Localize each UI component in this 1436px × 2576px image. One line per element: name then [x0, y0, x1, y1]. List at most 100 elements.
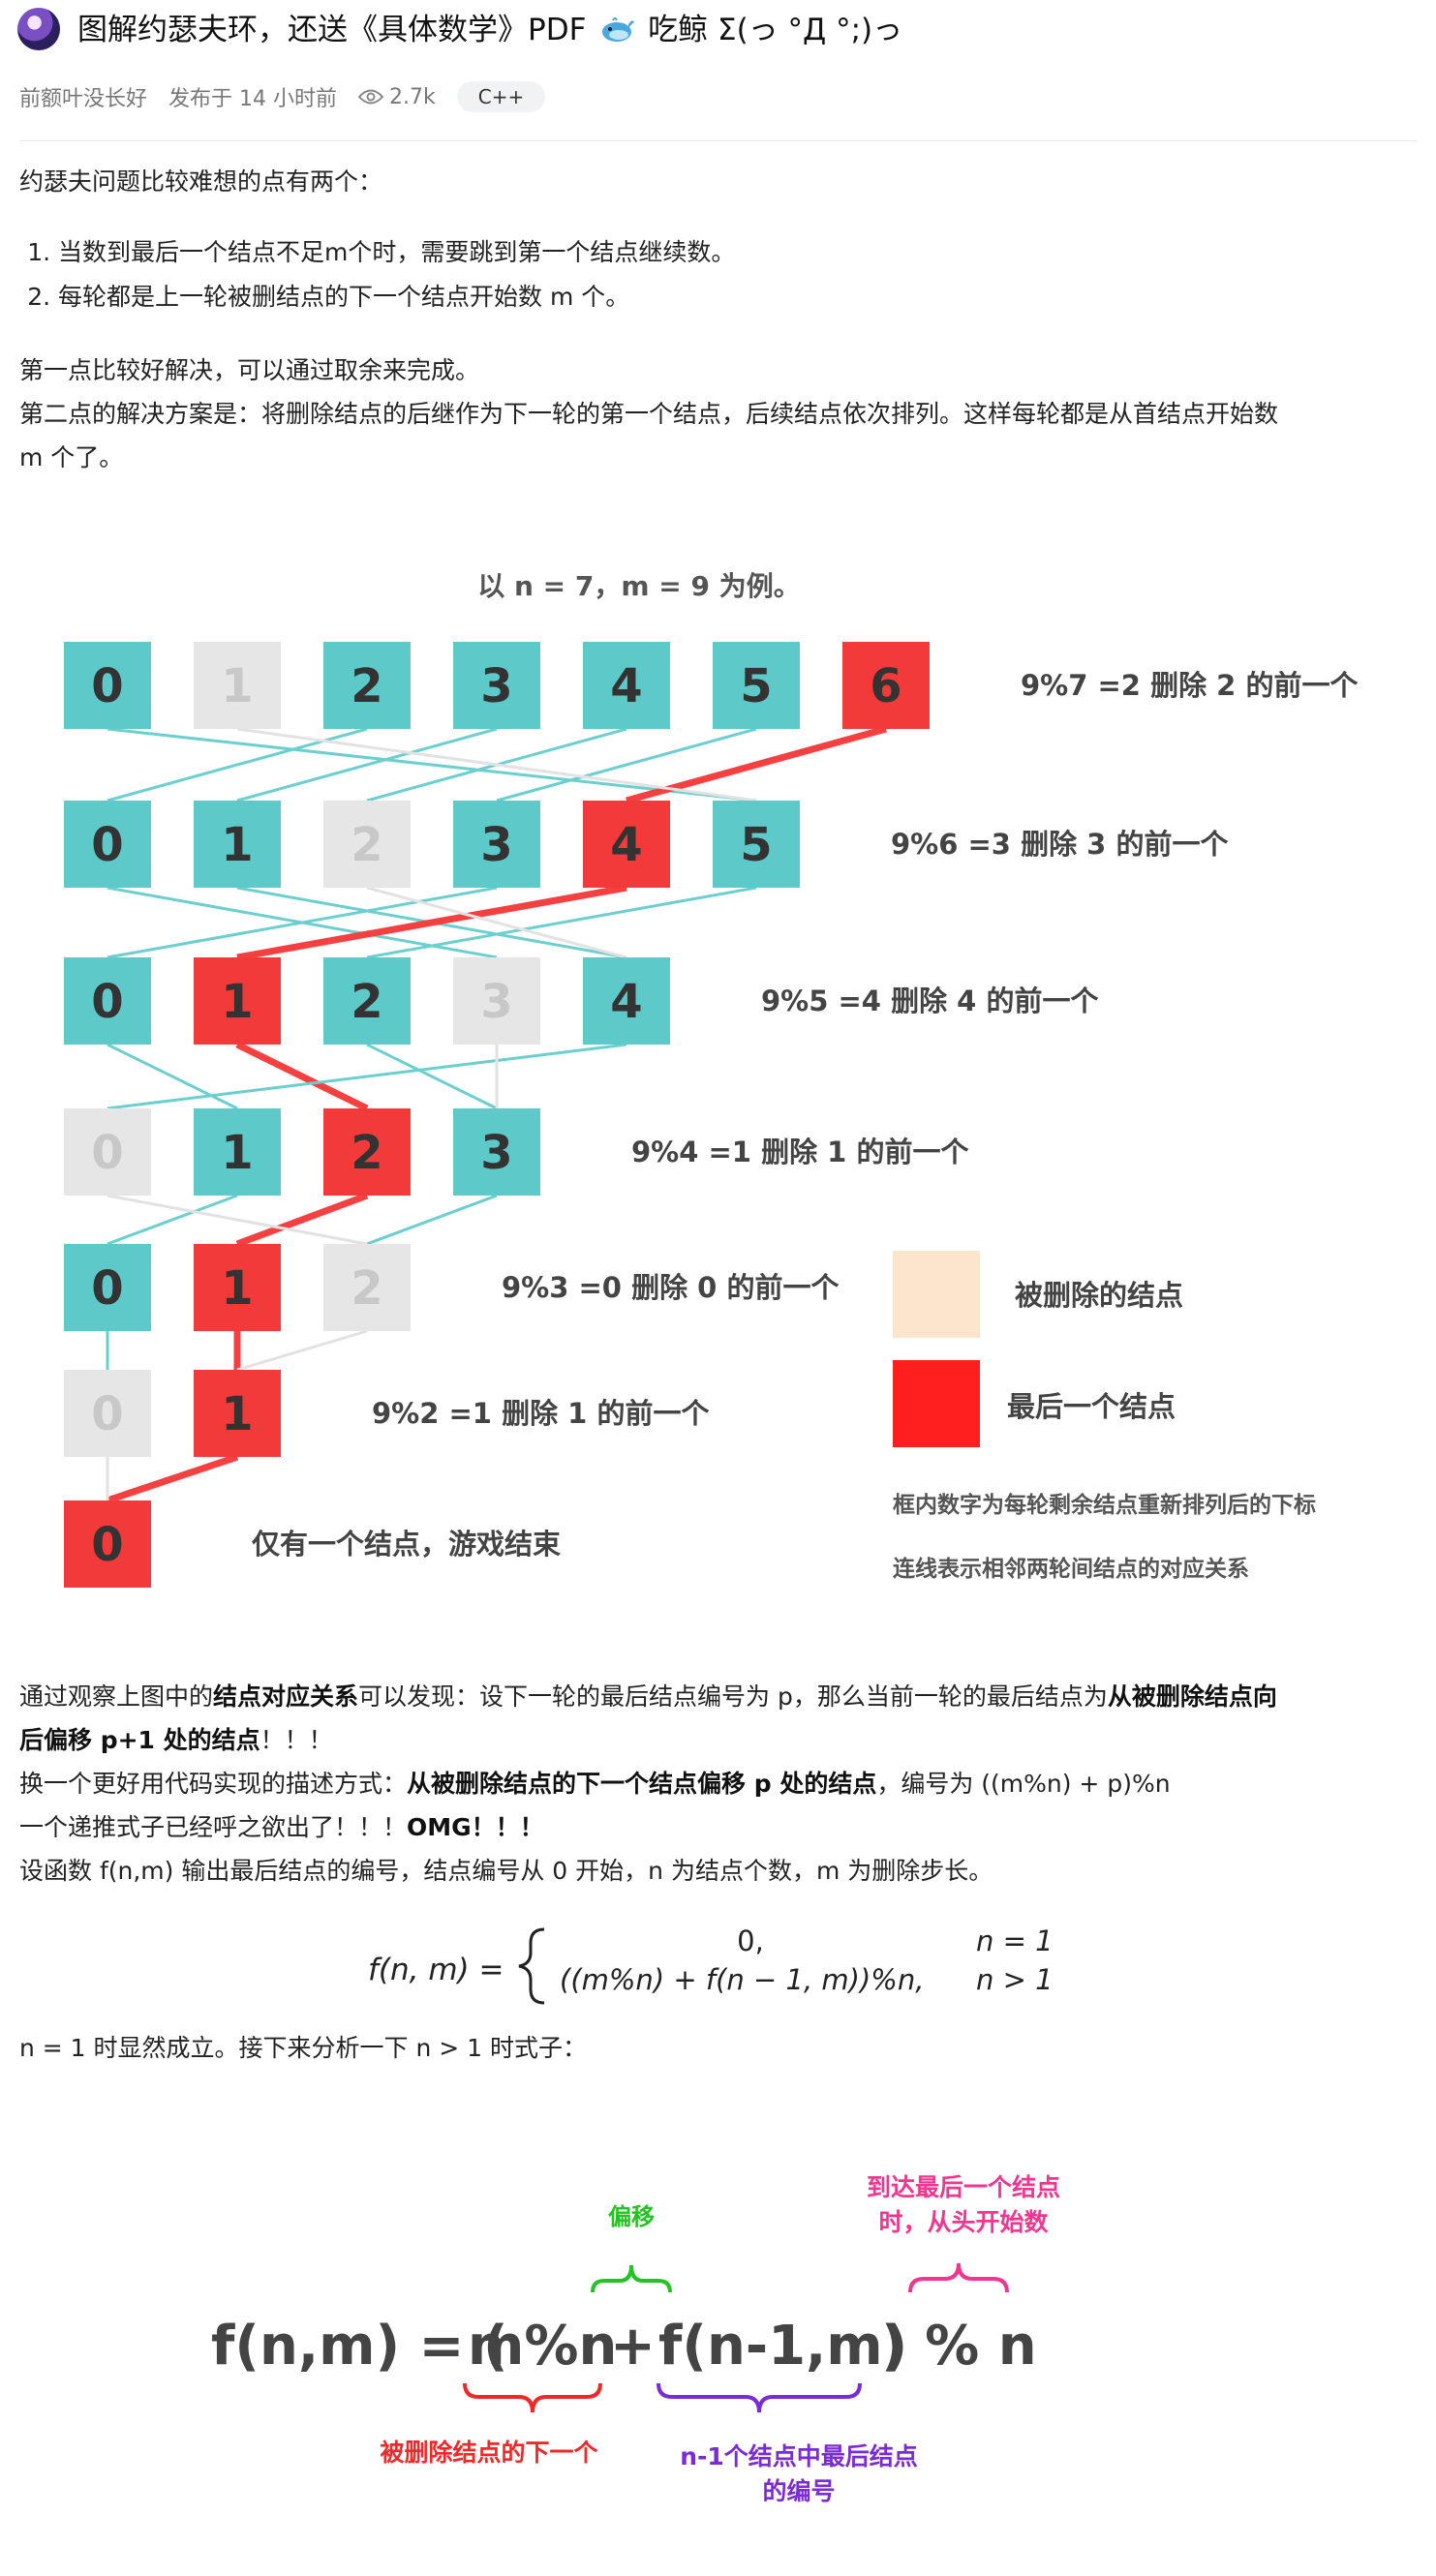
diagram-caption: 以 n = 7，m = 9 为例。 [477, 570, 801, 602]
expr-suffix: ) % n [881, 2315, 1037, 2378]
node-index: 0 [91, 1387, 123, 1441]
node-index: 0 [91, 1126, 123, 1180]
expr-plus: + [610, 2315, 656, 2378]
next-label: 被删除结点的下一个 [380, 2439, 598, 2467]
formula-case-cond: n > 1 [976, 1963, 1054, 1996]
legend-last-label: 最后一个结点 [1007, 1390, 1176, 1423]
connection-line [235, 1192, 369, 1248]
row-label: 仅有一个结点，游戏结束 [252, 1528, 561, 1561]
publish-time: 发布于 14 小时前 [168, 87, 337, 111]
formula-lhs: f(n, m) = [368, 1953, 504, 1987]
text: ，编号为 ((m%n) + p)%n [876, 1770, 1171, 1798]
recurrence-formula: f(n, m) = 0, n = 1 ((m%n) + f(n − 1, m))… [368, 1924, 1054, 2005]
legend-note: 连线表示相邻两轮间结点的对应关系 [893, 1556, 1249, 1582]
connection-line [366, 1043, 498, 1110]
node-index: 5 [740, 818, 772, 872]
next-brace-icon [463, 2382, 602, 2413]
offset-label: 偏移 [608, 2203, 655, 2230]
connection-line [366, 1194, 498, 1246]
node-index: 3 [480, 659, 512, 713]
connection-line [626, 725, 887, 804]
analysis-line: n = 1 时显然成立。接下来分析一下 n > 1 时式子： [19, 2034, 588, 2062]
deleted-line [236, 1329, 368, 1372]
intro-paragraph: 第一点比较好解决，可以通过取余来完成。 [19, 356, 480, 384]
emphasis: 结点对应关系 [213, 1682, 359, 1711]
legend-deleted-label: 被删除的结点 [1015, 1279, 1183, 1312]
node-index: 0 [91, 1261, 123, 1316]
emphasis: 从被删除结点向 [1107, 1682, 1277, 1711]
title-main: 图解约瑟夫环，还送《具体数学》PDF [77, 13, 587, 47]
header-divider [19, 140, 1417, 141]
whale-emoji-icon [602, 17, 635, 42]
emphasis: 后偏移 p+1 处的结点 [19, 1726, 260, 1754]
intro-list: 当数到最后一个结点不足m个时，需要跳到第一个结点继续数。 每轮都是上一轮被删结点… [19, 230, 735, 319]
intro-list-item: 每轮都是上一轮被删结点的下一个结点开始数 m 个。 [58, 275, 735, 319]
wrap-brace-icon [908, 2262, 1009, 2293]
sub-brace-icon [657, 2382, 862, 2413]
node-index: 2 [351, 1126, 382, 1180]
wrap-label: 到达最后一个结点 [867, 2173, 1060, 2201]
author-avatar-icon[interactable] [17, 8, 60, 50]
diagram-nodes: 0 1 2 3 4 5 6 0 1 2 3 4 5 0 1 2 3 4 0 1 2 3 0 1 2 0 1 0 [64, 642, 930, 1588]
josephus-diagram: 以 n = 7，m = 9 为例。 0 1 2 3 4 5 6 0 1 2 3 4 5 0 1 2 3 4 0 1 2 3… [64, 570, 1359, 1588]
deleted-line [366, 886, 627, 959]
analysis-line: 后偏移 p+1 处的结点！！！ [19, 1718, 333, 1762]
expr-a: m%n [468, 2315, 617, 2378]
intro-paragraph: m 个了。 [19, 443, 124, 471]
offset-brace-icon [591, 2264, 672, 2293]
diagram-legend: 被删除的结点 最后一个结点 框内数字为每轮剩余结点重新排列后的下标 连线表示相邻… [893, 1251, 1316, 1582]
formula-case-expr: 0, [737, 1924, 764, 1957]
node-index: 0 [91, 818, 123, 872]
node-index: 2 [351, 975, 382, 1029]
intro-list-item: 当数到最后一个结点不足m个时，需要跳到第一个结点继续数。 [58, 230, 735, 275]
node-index: 2 [351, 659, 382, 713]
node-index: 1 [221, 818, 253, 872]
article-title: 图解约瑟夫环，还送《具体数学》PDF 吃鲸 Σ(っ °Д °;)っ [77, 8, 902, 52]
article-meta: 前额叶没长好 发布于 14 小时前 2.7k C++ [19, 79, 546, 114]
emphasis: 从被删除结点的下一个结点偏移 p 处的结点 [407, 1770, 877, 1798]
node-index: 2 [351, 1261, 382, 1316]
eye-icon [358, 89, 383, 105]
deleted-line [107, 1194, 368, 1246]
connection-line [235, 1041, 369, 1112]
node-index: 0 [91, 659, 123, 713]
text: 一个递推式子已经呼之欲出了！！！ [19, 1813, 408, 1841]
connection-line [107, 727, 368, 803]
deleted-line [236, 727, 757, 803]
analysis-line: 设函数 f(n,m) 输出最后结点的编号，结点编号从 0 开始，n 为结点个数，… [19, 1857, 993, 1885]
text: 可以发现：设下一轮的最后结点编号为 p，那么当前一轮的最后结点为 [358, 1682, 1108, 1711]
formula-case-cond: n = 1 [976, 1924, 1054, 1957]
node-index: 4 [610, 975, 642, 1029]
analysis-line: 通过观察上图中的结点对应关系可以发现：设下一轮的最后结点编号为 p，那么当前一轮… [19, 1675, 1277, 1718]
language-tag[interactable]: C++ [456, 81, 546, 112]
connection-line [107, 1043, 627, 1110]
legend-deleted-swatch [893, 1251, 980, 1338]
node-index: 0 [91, 1518, 123, 1572]
node-index: 6 [870, 659, 901, 713]
node-index: 3 [480, 1126, 512, 1180]
view-count-value: 2.7k [389, 84, 436, 109]
annotated-formula: f(n,m) = ( m%n + f(n-1,m) ) % n 偏移 到达最后一… [211, 2173, 1060, 2505]
analysis-line: 一个递推式子已经呼之欲出了！！！OMG！！！ [19, 1805, 544, 1849]
row-label: 9%2 =1 删除 1 的前一个 [372, 1397, 710, 1430]
node-index: 1 [221, 1126, 253, 1180]
intro-lead: 约瑟夫问题比较难想的点有两个： [19, 167, 383, 196]
node-index: 0 [91, 975, 123, 1029]
view-count: 2.7k [358, 85, 436, 109]
expr-b: f(n-1,m) [658, 2315, 907, 2378]
diagram-row-labels: 9%7 =2 删除 2 的前一个 9%6 =3 删除 3 的前一个 9%5 =4 删… [252, 669, 1359, 1561]
author-name[interactable]: 前额叶没长好 [19, 81, 147, 112]
node-index: 2 [351, 818, 382, 872]
connection-line [236, 727, 498, 803]
node-index: 1 [221, 659, 253, 713]
connection-line [106, 1453, 239, 1504]
node-index: 5 [740, 659, 772, 713]
node-index: 1 [221, 1387, 253, 1441]
row-label: 9%7 =2 删除 2 的前一个 [1021, 669, 1359, 702]
title-tail: 吃鲸 Σ(っ °Д °;)っ [648, 13, 903, 47]
node-index: 1 [221, 1261, 253, 1316]
analysis-line: 换一个更好用代码实现的描述方式：从被删除结点的下一个结点偏移 p 处的结点，编号… [19, 1762, 1171, 1805]
connection-line [107, 1194, 238, 1246]
wrap-label: 时，从头开始数 [878, 2208, 1049, 2236]
connection-line [496, 727, 757, 803]
